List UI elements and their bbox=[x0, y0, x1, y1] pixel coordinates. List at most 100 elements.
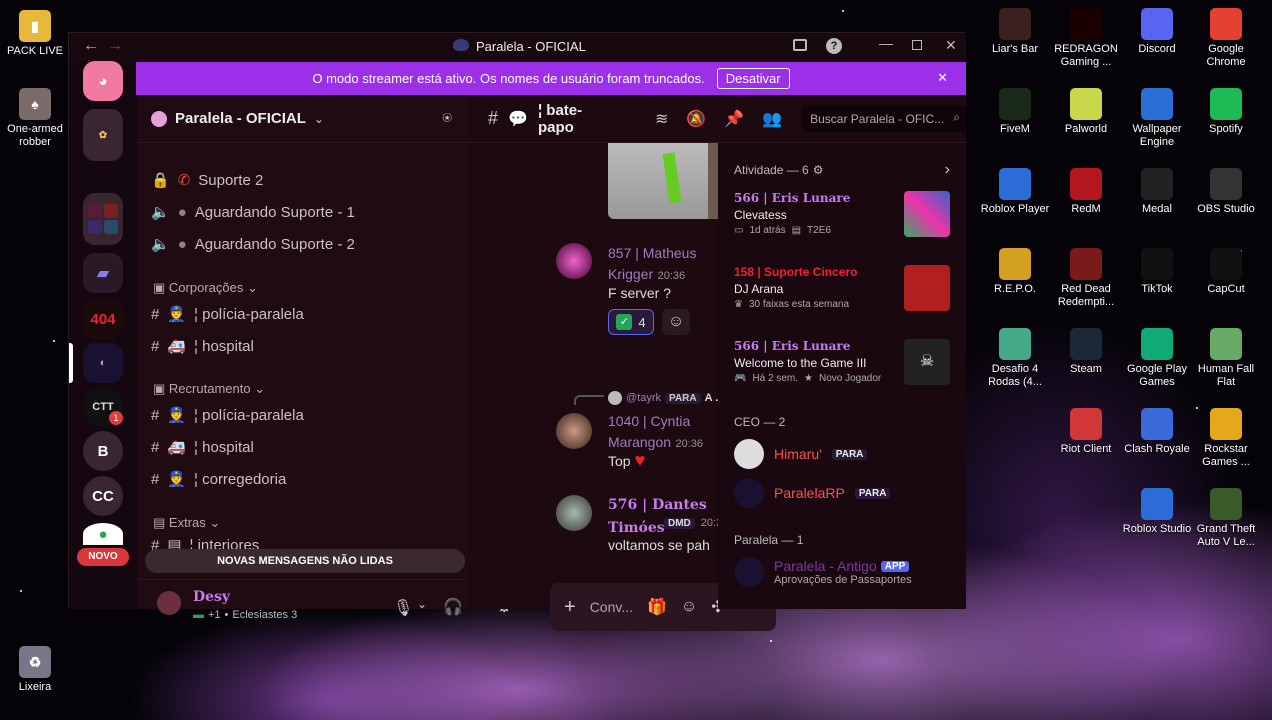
discord-icon bbox=[1141, 8, 1173, 40]
channel-corregedoria[interactable]: # 👮 ¦ corregedoria bbox=[151, 470, 286, 489]
desktop-icon[interactable]: Google Chrome bbox=[1191, 8, 1261, 69]
back-button[interactable]: ← bbox=[83, 37, 99, 55]
activity-card[interactable]: 566 | Eris Lunare Clevatess ▭ 1d atrás ▤ T… bbox=[734, 191, 966, 251]
desktop-icon[interactable]: Medal bbox=[1122, 168, 1192, 216]
wallpaper-engine-icon bbox=[1141, 88, 1173, 120]
desktop-icon-pack-live[interactable]: ▮ PACK LIVE bbox=[0, 10, 70, 58]
server-folder-1[interactable]: ✿ bbox=[83, 109, 123, 161]
emoji-icon[interactable]: ☺ bbox=[681, 598, 697, 616]
gift-icon[interactable]: 🎁 bbox=[647, 597, 667, 617]
message-author[interactable]: 1040 | Cyntia Marangon 20:36 bbox=[608, 411, 718, 454]
mute-icon[interactable]: 🔕 bbox=[686, 109, 706, 129]
folder-icon[interactable]: ▰ bbox=[83, 253, 123, 293]
invite-icon[interactable]: ⍟ bbox=[442, 110, 452, 128]
chevron-right-icon[interactable]: › bbox=[945, 161, 950, 179]
chevron-down-icon[interactable]: ⌄ bbox=[417, 597, 427, 611]
reply-author: @tayrk bbox=[626, 392, 662, 404]
minimize-button[interactable]: — bbox=[879, 35, 893, 51]
channel-policia-paralela[interactable]: # 👮 ¦ polícia-paralela bbox=[151, 305, 304, 324]
message-author[interactable]: 576 | Dantes Timóes bbox=[608, 493, 718, 539]
desktop-icon[interactable]: Wallpaper Engine bbox=[1122, 88, 1192, 149]
desktop-icon[interactable]: TikTok bbox=[1122, 248, 1192, 296]
close-window-button[interactable]: ✕ bbox=[945, 37, 957, 54]
desktop-icon[interactable]: Desafio 4 Rodas (4... bbox=[980, 328, 1050, 389]
gear-icon[interactable]: ⚙ bbox=[813, 163, 824, 177]
activity-card[interactable]: 566 | Eris Lunare Welcome to the Game II… bbox=[734, 339, 966, 399]
headphones-icon[interactable]: 🎧 bbox=[443, 597, 463, 617]
desktop-icon-lixeira[interactable]: ♻ Lixeira bbox=[0, 646, 70, 694]
threads-icon[interactable]: ≋ bbox=[655, 109, 668, 129]
help-icon[interactable]: ? bbox=[826, 38, 842, 54]
inbox-icon[interactable] bbox=[793, 39, 807, 51]
avatar[interactable] bbox=[556, 243, 592, 279]
channel-suporte-2[interactable]: 🔒 ✆ Suporte 2 bbox=[151, 171, 263, 190]
channel-hospital[interactable]: # 🚑 ¦ hospital bbox=[151, 438, 254, 457]
category-extras[interactable]: ▤ Extras ⌄ bbox=[153, 515, 220, 531]
reply-preview[interactable]: @tayrk PARA A ... bbox=[608, 391, 724, 405]
maximize-button[interactable] bbox=[912, 40, 922, 50]
channel-aguardando-1[interactable]: 🔈 ● Aguardando Suporte - 1 bbox=[151, 203, 355, 222]
message-author[interactable]: 857 | Matheus Krigger 20:36 bbox=[608, 243, 708, 286]
desktop-icon[interactable]: Clash Royale bbox=[1122, 408, 1192, 456]
desktop-icon[interactable]: Riot Client bbox=[1051, 408, 1121, 456]
message-text: F server ? bbox=[608, 285, 672, 301]
desktop-icon[interactable]: FiveM bbox=[980, 88, 1050, 136]
server-folder-2[interactable] bbox=[83, 193, 123, 245]
desktop-icon[interactable]: Spotify bbox=[1191, 88, 1261, 136]
desktop-icon[interactable]: Roblox Studio bbox=[1122, 488, 1192, 536]
paralela-server-icon[interactable]: ◐ bbox=[83, 343, 123, 383]
desktop-icon[interactable]: Steam bbox=[1051, 328, 1121, 376]
streamer-mode-banner: O modo streamer está ativo. Os nomes de … bbox=[136, 62, 966, 95]
activity-card[interactable]: 158 | Suporte Cincero DJ Arana ♛ 30 faixa… bbox=[734, 265, 966, 325]
avatar[interactable] bbox=[556, 413, 592, 449]
server-404-icon[interactable]: 404 bbox=[83, 299, 123, 339]
desktop-icon-label: Desafio 4 Rodas (4... bbox=[988, 363, 1042, 388]
member-item[interactable]: ParalelaRP PARA bbox=[734, 478, 891, 508]
add-reaction-icon[interactable]: ☺ bbox=[662, 309, 690, 335]
microphone-icon[interactable]: 🎙 bbox=[393, 598, 413, 618]
desktop-icon[interactable]: Liar's Bar bbox=[980, 8, 1050, 56]
desktop-icon[interactable]: Human Fall Flat bbox=[1191, 328, 1261, 389]
channel-aguardando-2[interactable]: 🔈 ● Aguardando Suporte - 2 bbox=[151, 235, 355, 254]
channel-hospital[interactable]: # 🚑 ¦ hospital bbox=[151, 337, 254, 356]
channel-policia-paralela[interactable]: # 👮 ¦ polícia-paralela bbox=[151, 406, 304, 425]
avatar[interactable] bbox=[157, 591, 181, 615]
desktop-icon[interactable]: Rockstar Games ... bbox=[1191, 408, 1261, 469]
desktop-icon[interactable]: Red Dead Redempti... bbox=[1051, 248, 1121, 309]
unread-messages-bar[interactable]: NOVAS MENSAGENS NÃO LIDAS bbox=[145, 549, 465, 573]
search-placeholder: Buscar Paralela - OFIC... bbox=[810, 111, 945, 126]
desktop-icon[interactable]: Roblox Player bbox=[980, 168, 1050, 216]
desktop-icon[interactable]: Palworld bbox=[1051, 88, 1121, 136]
channel-name: ¦ bate-papo bbox=[537, 101, 583, 136]
server-cc-icon[interactable]: CC bbox=[83, 476, 123, 516]
discord-home-icon[interactable]: ◕ bbox=[83, 61, 123, 101]
username[interactable]: Desy bbox=[193, 589, 230, 605]
search-input[interactable]: Buscar Paralela - OFIC... ⌕ bbox=[802, 105, 966, 132]
add-server-icon[interactable]: ● bbox=[83, 523, 123, 545]
member-item[interactable]: Himaru' PARA bbox=[734, 439, 868, 469]
members-icon[interactable]: 👥 bbox=[762, 109, 782, 129]
desktop-icon[interactable]: OBS Studio bbox=[1191, 168, 1261, 216]
plus-icon[interactable]: + bbox=[564, 596, 576, 619]
desktop-icon[interactable]: Grand Theft Auto V Le... bbox=[1191, 488, 1261, 549]
avatar[interactable] bbox=[556, 495, 592, 531]
reaction-check[interactable]: ✓ 4 bbox=[608, 309, 654, 335]
forward-button[interactable]: → bbox=[107, 37, 123, 55]
ambulance-icon: 🚑 bbox=[167, 338, 187, 355]
server-b-icon[interactable]: B bbox=[83, 431, 123, 471]
server-header[interactable]: Paralela - OFICIAL ⌄ ⍟ bbox=[137, 95, 468, 143]
deactivate-button[interactable]: Desativar bbox=[716, 68, 790, 89]
desktop-icon[interactable]: CapCut bbox=[1191, 248, 1261, 296]
desktop-icon[interactable]: Google Play Games bbox=[1122, 328, 1192, 389]
desktop-icon[interactable]: Discord bbox=[1122, 8, 1192, 56]
desktop-icon-one-armed-robber[interactable]: ♠ One-armed robber bbox=[0, 88, 70, 149]
new-badge[interactable]: NOVO bbox=[77, 548, 129, 566]
category-recrutamento[interactable]: ▣ Recrutamento ⌄ bbox=[153, 381, 265, 397]
desktop-icon[interactable]: RedM bbox=[1051, 168, 1121, 216]
member-item[interactable]: Paralela - Antigo APP Aprovações de Pass… bbox=[734, 557, 912, 587]
desktop-icon[interactable]: R.E.P.O. bbox=[980, 248, 1050, 296]
pin-icon[interactable]: 📌 bbox=[724, 109, 744, 129]
category-corporacoes[interactable]: ▣ Corporações ⌄ bbox=[153, 280, 258, 296]
desktop-icon[interactable]: REDRAGON Gaming ... bbox=[1051, 8, 1121, 69]
banner-close-icon[interactable]: ✕ bbox=[937, 70, 948, 86]
